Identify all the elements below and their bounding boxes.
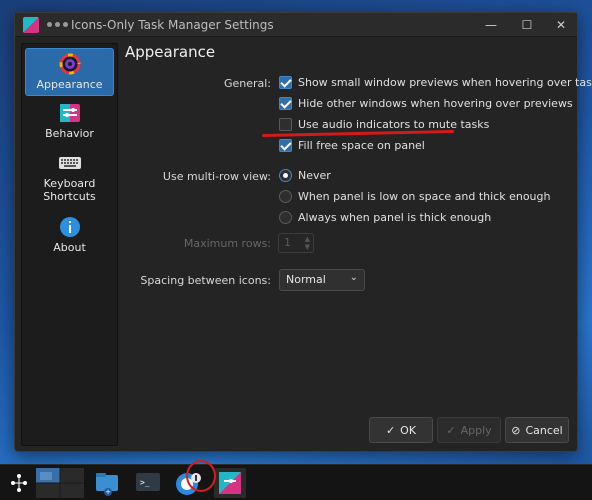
check-icon: ✓ (385, 423, 396, 437)
apply-button[interactable]: ✓ Apply (437, 417, 501, 443)
ok-button[interactable]: ✓ OK (369, 417, 433, 443)
option-audio-indicators[interactable]: Use audio indicators to mute tasks (279, 118, 489, 131)
max-rows-label: Maximum rows: (183, 237, 271, 250)
app-icon (23, 17, 39, 33)
appearance-icon (59, 53, 81, 75)
title-bar[interactable]: Icons-Only Task Manager Settings — ☐ ✕ (15, 13, 577, 37)
spin-arrows-icon[interactable]: ▲ ▼ (305, 235, 310, 251)
radio-selected[interactable] (279, 169, 292, 182)
checkbox-checked[interactable] (279, 76, 292, 89)
virtual-desktop-pager[interactable] (36, 468, 84, 498)
option-fill-free-space[interactable]: Fill free space on panel (279, 139, 425, 152)
sidebar-item-about[interactable]: About (25, 216, 114, 258)
max-rows-spinbox[interactable]: 1 ▲ ▼ (278, 233, 314, 253)
close-button[interactable]: ✕ (553, 17, 569, 33)
app-launcher-icon[interactable] (8, 468, 30, 498)
minimize-button[interactable]: — (483, 17, 499, 33)
checkbox-checked[interactable] (279, 139, 292, 152)
spacing-select[interactable]: Normal ⌄ (279, 269, 365, 291)
terminal-icon[interactable]: >_ (134, 468, 162, 498)
svg-text:>_: >_ (140, 478, 150, 487)
sidebar-item-keyboard-shortcuts[interactable]: Keyboard Shortcuts (25, 152, 114, 208)
svg-text:+: + (105, 488, 111, 496)
check-icon: ✓ (446, 423, 456, 437)
sidebar-item-behavior[interactable]: Behavior (25, 102, 114, 144)
settings-content: Appearance General: Show small window pr… (125, 43, 592, 423)
radio-unselected[interactable] (279, 190, 292, 203)
radio-unselected[interactable] (279, 211, 292, 224)
radio-always[interactable]: Always when panel is thick enough (279, 211, 491, 224)
option-hide-other-windows[interactable]: Hide other windows when hovering over pr… (279, 97, 573, 110)
maximize-button[interactable]: ☐ (519, 17, 535, 33)
general-label: General: (223, 77, 271, 90)
spacing-label: Spacing between icons: (140, 274, 271, 287)
cancel-icon: ⊘ (511, 423, 521, 437)
sidebar-item-label: Behavior (45, 127, 94, 140)
behavior-icon (59, 102, 81, 124)
taskbar: + >_ (0, 464, 592, 500)
radio-never[interactable]: Never (279, 169, 331, 182)
window-title: Icons-Only Task Manager Settings (71, 18, 274, 32)
checkbox-unchecked[interactable] (279, 118, 292, 131)
info-icon (59, 216, 81, 238)
sidebar: Appearance Behavior Keyboard Shortcuts A… (21, 43, 118, 446)
page-title: Appearance (125, 43, 216, 61)
settings-task-icon[interactable] (214, 468, 246, 498)
keyboard-icon (58, 152, 81, 174)
radio-low-on-space[interactable]: When panel is low on space and thick eno… (279, 190, 550, 203)
checkbox-checked[interactable] (279, 97, 292, 110)
option-show-previews[interactable]: Show small window previews when hovering… (279, 76, 592, 89)
cancel-button[interactable]: ⊘ Cancel (505, 417, 569, 443)
sidebar-item-appearance[interactable]: Appearance (25, 48, 114, 96)
sidebar-item-label: Appearance (36, 78, 103, 91)
annotation-circle (186, 460, 216, 492)
window-menu-icon[interactable] (47, 22, 68, 27)
sidebar-item-label: Keyboard Shortcuts (43, 177, 96, 203)
multirow-label: Use multi-row view: (162, 170, 271, 183)
file-manager-icon[interactable]: + (94, 468, 120, 498)
chevron-down-icon: ⌄ (349, 272, 358, 283)
settings-window: Icons-Only Task Manager Settings — ☐ ✕ A… (14, 12, 592, 452)
sidebar-item-label: About (53, 241, 86, 254)
